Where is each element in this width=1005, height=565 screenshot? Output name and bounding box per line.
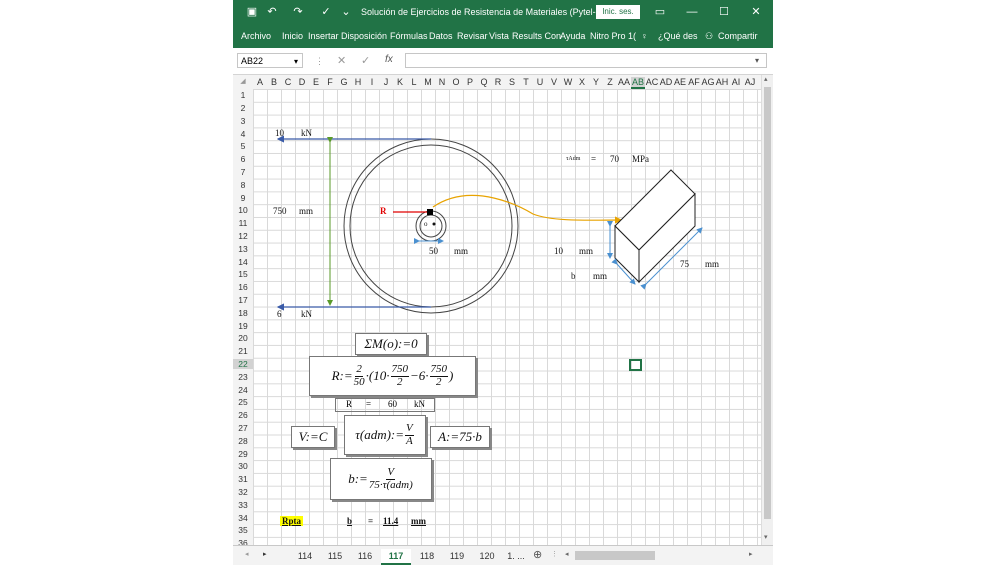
sheet-tab[interactable]: 114 xyxy=(291,549,319,563)
answer-var: b xyxy=(347,516,353,526)
scroll-up-icon[interactable]: ▴ xyxy=(764,75,768,83)
scroll-left-icon[interactable]: ◂ xyxy=(565,550,569,558)
reaction-result: R = 60 kN xyxy=(335,398,435,412)
sheet-tab[interactable]: 120 xyxy=(473,549,501,563)
center-dot xyxy=(432,222,436,226)
force-top-unit: kN xyxy=(301,128,312,138)
scroll-down-icon[interactable]: ▾ xyxy=(764,533,768,541)
scroll-right-icon[interactable]: ▸ xyxy=(749,550,753,558)
tau-adm-unit: MPa xyxy=(632,154,650,164)
key-length-unit: mm xyxy=(705,259,720,269)
more-icon: ⋮ xyxy=(551,551,558,558)
sheet-tab-active[interactable]: 117 xyxy=(381,549,411,565)
sheet-tab[interactable]: 118 xyxy=(413,549,441,563)
sheet-tab[interactable]: 119 xyxy=(443,549,471,563)
hub-value: 50 xyxy=(429,246,438,256)
pulley-outer-circle xyxy=(343,138,519,314)
b-formula: b:= V 75·τ(adm) xyxy=(330,458,432,500)
key-length-value: 75 xyxy=(680,259,689,269)
key-width-label: b xyxy=(571,271,576,281)
reaction-formula: R:= 2 50 ·(10· 750 2 −6· 750 2 ) xyxy=(309,356,476,396)
excel-window: ▣ ↶ ↷ ✓ ⌄ Solución de Ejercicios de Resi… xyxy=(233,0,773,565)
answer-eq: = xyxy=(368,516,374,526)
next-sheet-icon[interactable]: ▸ xyxy=(263,550,267,558)
hub-unit: mm xyxy=(454,246,469,256)
answer-label: Rpta xyxy=(280,516,304,526)
tau-adm-label: τAdm xyxy=(566,156,581,162)
key-height-value: 10 xyxy=(554,246,563,256)
diameter-unit: mm xyxy=(299,206,314,216)
tau-adm-value: 70 xyxy=(610,154,619,164)
tau-adm-eq: = xyxy=(591,154,597,164)
sheet-tab[interactable]: 115 xyxy=(321,549,349,563)
leader-curve xyxy=(432,195,623,224)
area-formula: A:=75·b xyxy=(430,426,490,448)
force-bottom-unit: kN xyxy=(301,309,312,319)
add-sheet-icon[interactable]: ⊕ xyxy=(533,548,542,561)
horizontal-scroll-thumb[interactable] xyxy=(575,551,655,560)
pulley-diagram xyxy=(276,135,703,314)
key-width-unit: mm xyxy=(593,271,608,281)
sheet-tab[interactable]: 116 xyxy=(351,549,379,563)
shear-formula: V:=C xyxy=(291,426,335,448)
sum-moment-formula: ΣM(o):=0 xyxy=(355,333,427,355)
vertical-scrollbar[interactable]: ▴ ▾ xyxy=(761,75,773,545)
center-label: o xyxy=(424,220,428,228)
tau-formula: τ(adm):= VA xyxy=(344,415,426,455)
hub-circle xyxy=(415,210,447,242)
sheet-tab-bar: ◂ ▸ 114 115 116 117 118 119 120 1. ... ⊕… xyxy=(233,545,773,565)
answer-unit: mm xyxy=(411,516,426,526)
pulley-inner-circle xyxy=(349,144,513,308)
selected-cell[interactable] xyxy=(629,359,642,371)
diameter-value: 750 xyxy=(273,206,287,216)
key-height-unit: mm xyxy=(579,246,594,256)
key-marker xyxy=(427,209,433,215)
answer-value: 11.4 xyxy=(383,516,399,526)
scroll-thumb[interactable] xyxy=(764,87,771,519)
force-top-value: 10 xyxy=(275,128,284,138)
prev-sheet-icon[interactable]: ◂ xyxy=(245,550,249,558)
force-bottom-value: 6 xyxy=(277,309,282,319)
reaction-label: R xyxy=(380,206,387,216)
sheet-tab[interactable]: 1. ... xyxy=(503,549,529,563)
